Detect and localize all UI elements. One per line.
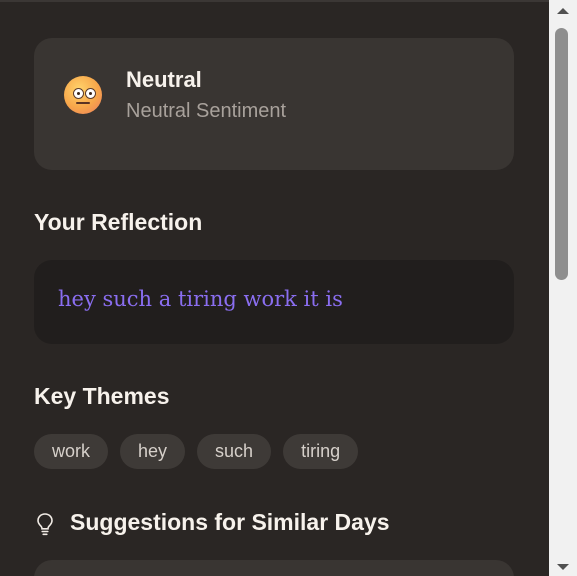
neutral-face-emoji-icon (64, 76, 102, 114)
key-themes-heading: Key Themes (34, 383, 170, 409)
emoji-right-eye (85, 88, 96, 99)
key-themes-list: work hey such tiring (34, 434, 359, 469)
theme-chip-hey[interactable]: hey (120, 434, 186, 469)
suggestions-heading: Suggestions for Similar Days (70, 509, 390, 535)
analysis-panel: Neutral Neutral Sentiment Your Reflectio… (0, 0, 549, 576)
lightbulb-icon (37, 513, 53, 536)
theme-chip-tiring[interactable]: tiring (283, 434, 359, 469)
sentiment-title: Neutral (126, 67, 202, 92)
scrollbar-thumb[interactable] (555, 28, 568, 280)
suggestions-card (34, 560, 514, 576)
top-border (0, 0, 549, 2)
reflection-box: hey such a tiring work it is (34, 260, 514, 344)
sentiment-card: Neutral Neutral Sentiment (34, 38, 514, 170)
scroll-down-arrow-icon[interactable] (553, 560, 573, 574)
scroll-up-arrow-icon[interactable] (553, 4, 573, 18)
emoji-mouth (76, 102, 90, 104)
emoji-left-eye (73, 88, 84, 99)
reflection-heading: Your Reflection (34, 209, 203, 235)
theme-chip-such[interactable]: such (197, 434, 272, 469)
reflection-text: hey such a tiring work it is (58, 287, 343, 311)
theme-chip-work[interactable]: work (34, 434, 109, 469)
sentiment-subtitle: Neutral Sentiment (126, 100, 287, 122)
vertical-scrollbar[interactable] (549, 0, 577, 576)
